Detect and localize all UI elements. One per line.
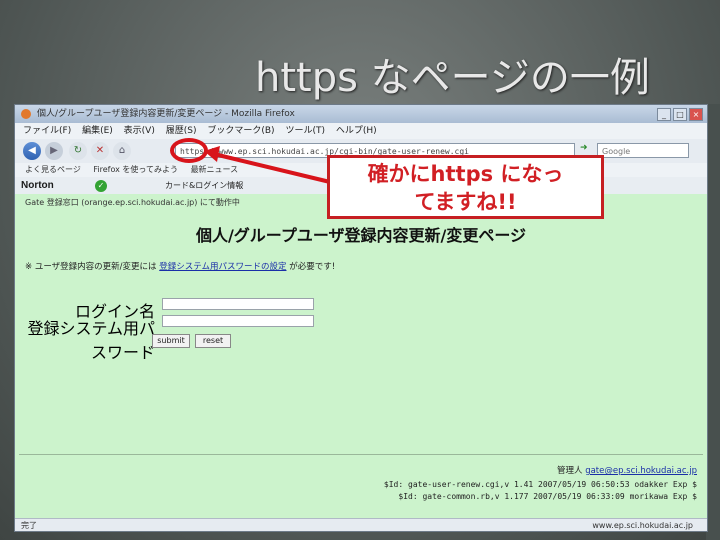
menu-file[interactable]: ファイル(F) [23,126,71,136]
bookmark-item[interactable]: よく見るページ [25,165,81,174]
annotation-callout: 確かにhttps になっ てますね!! [327,155,604,219]
note-text: が必要です! [289,262,336,272]
maximize-icon[interactable]: □ [673,108,687,121]
callout-line: てますね!! [414,190,517,214]
back-arrow-icon[interactable]: ◀ [23,142,41,160]
callout-line: 確かにhttps になっ [367,162,564,186]
reload-icon[interactable]: ↻ [69,142,87,160]
firefox-icon [21,109,31,119]
minimize-icon[interactable]: _ [657,108,671,121]
home-icon[interactable]: ⌂ [113,142,131,160]
search-input[interactable]: Google [597,143,689,158]
admin-contact: 管理人 gate@ep.sci.hokudai.ac.jp [557,464,697,476]
registration-note: ※ ユーザ登録内容の更新/変更には 登録システム用パスワードの設定 が必要です! [25,260,335,272]
menu-edit[interactable]: 編集(E) [82,126,113,136]
menu-bookmarks[interactable]: ブックマーク(B) [207,126,274,136]
page-heading: 個人/グループユーザ登録内容更新/変更ページ [195,226,527,245]
slide-shadow [706,104,720,540]
annotation-arrow [204,146,331,184]
window-titlebar: 個人/グループユーザ登録内容更新/変更ページ - Mozilla Firefox… [15,105,707,123]
password-label: 登録システム用パスワード [27,319,155,362]
forward-arrow-icon[interactable]: ▶ [45,142,63,160]
menu-tools[interactable]: ツール(T) [285,126,325,136]
reset-button[interactable]: reset [195,334,231,348]
admin-label: 管理人 [556,466,583,476]
menu-bar: ファイル(F) 編集(E) 表示(V) 履歴(S) ブックマーク(B) ツール(… [15,123,707,139]
norton-logo[interactable]: Norton [21,177,54,194]
slide-title: https なページの一例 [255,55,650,101]
note-text: ※ ユーザ登録内容の更新/変更には [25,262,157,272]
menu-history[interactable]: 履歴(S) [166,126,197,136]
menu-help[interactable]: ヘルプ(H) [336,126,377,136]
submit-button[interactable]: submit [152,334,190,348]
page-content: Gate 登録窓口 (orange.ep.sci.hokudai.ac.jp) … [15,194,707,518]
checkmark-icon[interactable]: ✓ [95,180,107,192]
close-icon[interactable]: × [689,108,703,121]
page-notice: Gate 登録窓口 (orange.ep.sci.hokudai.ac.jp) … [25,198,240,207]
divider [19,454,703,455]
admin-email-link[interactable]: gate@ep.sci.hokudai.ac.jp [585,466,697,476]
password-setup-link[interactable]: 登録システム用パスワードの設定 [159,262,286,272]
bookmark-item[interactable]: Firefox を使ってみよう [93,165,178,174]
status-text: 完了 [21,521,37,530]
window-title: 個人/グループユーザ登録内容更新/変更ページ - Mozilla Firefox [37,109,295,119]
version-line: $Id: gate-user-renew.cgi,v 1.41 2007/05/… [383,480,697,489]
version-line: $Id: gate-common.rb,v 1.177 2007/05/19 0… [398,492,697,501]
status-bar: 完了 www.ep.sci.hokudai.ac.jp [15,518,707,531]
menu-view[interactable]: 表示(V) [124,126,155,136]
password-input[interactable] [162,315,314,327]
login-input[interactable] [162,298,314,310]
status-domain: www.ep.sci.hokudai.ac.jp [592,521,693,530]
stop-icon[interactable]: ✕ [91,142,109,160]
